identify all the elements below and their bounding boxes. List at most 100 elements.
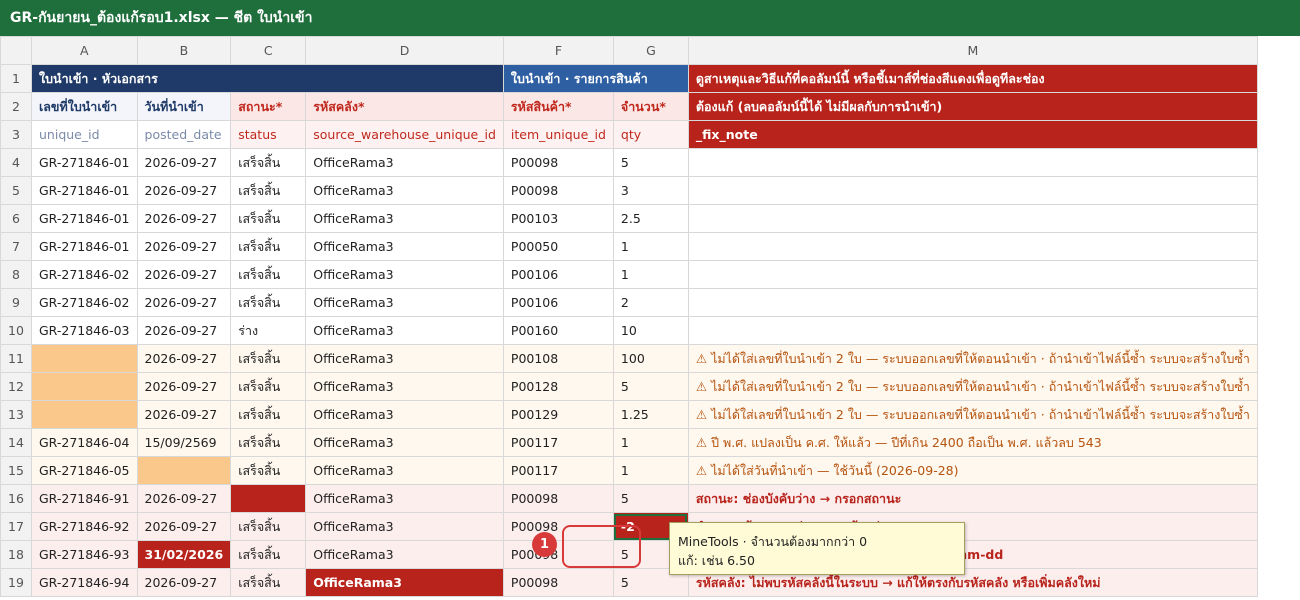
cell-fix-note[interactable] [687,316,1258,345]
cell-qty[interactable]: 2.5 [612,204,689,233]
field-key-cell[interactable]: status [230,120,307,149]
cell-status[interactable]: ร่าง [230,316,307,345]
cell-fix-note[interactable] [687,204,1258,233]
cell-qty[interactable]: 2 [612,288,689,317]
label-cell-notes[interactable]: ต้องแก้ (ลบคอลัมน์นี้ได้ ไม่มีผลกับการนำ… [687,92,1258,121]
cell-status[interactable]: เสร็จสิ้น [230,400,307,429]
column-header-d[interactable]: D [305,36,504,65]
cell-item-id[interactable]: P00106 [502,260,614,289]
field-key-cell[interactable]: qty [612,120,689,149]
label-cell-required[interactable]: สถานะ* [230,92,307,121]
column-header-f[interactable]: F [502,36,614,65]
section-header-notes[interactable]: ดูสาเหตุและวิธีแก้ที่คอลัมน์นี้ หรือชี้เ… [687,64,1258,93]
row-number[interactable]: 3 [0,120,32,149]
cell-warehouse[interactable]: OfficeRama3 [305,428,504,457]
label-cell-required[interactable]: จำนวน* [612,92,689,121]
cell-status[interactable]: เสร็จสิ้น [230,512,307,541]
cell-fix-note-error[interactable]: สถานะ: ช่องบังคับว่าง → กรอกสถานะ [687,484,1258,513]
cell-status[interactable]: เสร็จสิ้น [230,344,307,373]
cell-warehouse-error[interactable]: OfficeRama3 [305,568,504,597]
field-key-cell[interactable]: unique_id [31,120,138,149]
cell-posted-date[interactable]: 2026-09-27 [136,260,232,289]
label-cell[interactable]: เลขที่ใบนำเข้า [31,92,138,121]
cell-item-id[interactable]: P00050 [502,232,614,261]
cell-posted-date[interactable]: 2026-09-27 [136,232,232,261]
row-number[interactable]: 4 [0,148,32,177]
cell-qty[interactable]: 5 [612,372,689,401]
cell-unique-id[interactable]: GR-271846-92 [31,512,138,541]
cell-status[interactable]: เสร็จสิ้น [230,288,307,317]
row-number[interactable]: 5 [0,176,32,205]
cell-unique-id[interactable]: GR-271846-03 [31,316,138,345]
cell-status[interactable]: เสร็จสิ้น [230,176,307,205]
cell-item-id[interactable]: P00103 [502,204,614,233]
cell-item-id[interactable]: P00128 [502,372,614,401]
row-number[interactable]: 11 [0,344,32,373]
field-key-cell[interactable]: source_warehouse_unique_id [305,120,504,149]
cell-unique-id[interactable]: GR-271846-02 [31,288,138,317]
cell-unique-id[interactable]: GR-271846-91 [31,484,138,513]
cell-posted-date-missing[interactable] [136,456,232,485]
cell-item-id[interactable]: P00098 [502,484,614,513]
cell-unique-id[interactable]: GR-271846-01 [31,176,138,205]
row-number[interactable]: 12 [0,372,32,401]
cell-qty[interactable]: 100 [612,344,689,373]
row-number[interactable]: 1 [0,64,32,93]
cell-status[interactable]: เสร็จสิ้น [230,372,307,401]
cell-fix-note[interactable] [687,260,1258,289]
cell-fix-note-warning[interactable]: ⚠ ปี พ.ศ. แปลงเป็น ค.ศ. ให้แล้ว — ปีที่เ… [687,428,1258,457]
row-number[interactable]: 10 [0,316,32,345]
label-cell[interactable]: วันที่นำเข้า [136,92,232,121]
cell-unique-id[interactable]: GR-271846-01 [31,204,138,233]
section-header-doc[interactable]: ใบนำเข้า · หัวเอกสาร [31,64,504,93]
cell-warehouse[interactable]: OfficeRama3 [305,232,504,261]
column-header-b[interactable]: B [136,36,232,65]
cell-qty[interactable]: 1 [612,260,689,289]
cell-fix-note-warning[interactable]: ⚠ ไม่ได้ใส่เลขที่ใบนำเข้า 2 ใบ — ระบบออก… [687,400,1258,429]
field-key-cell[interactable]: item_unique_id [502,120,614,149]
cell-posted-date[interactable]: 2026-09-27 [136,372,232,401]
cell-qty[interactable]: 1.25 [612,400,689,429]
cell-fix-note[interactable] [687,232,1258,261]
cell-posted-date[interactable]: 2026-09-27 [136,316,232,345]
cell-warehouse[interactable]: OfficeRama3 [305,204,504,233]
row-number[interactable]: 17 [0,512,32,541]
row-number[interactable]: 18 [0,540,32,569]
cell-qty[interactable]: 1 [612,428,689,457]
row-number[interactable]: 19 [0,568,32,597]
cell-item-id[interactable]: P00129 [502,400,614,429]
field-key-cell[interactable]: _fix_note [687,120,1258,149]
cell-status[interactable]: เสร็จสิ้น [230,148,307,177]
column-header-g[interactable]: G [612,36,689,65]
cell-posted-date[interactable]: 2026-09-27 [136,176,232,205]
cell-item-id[interactable]: P00098 [502,176,614,205]
cell-item-id[interactable]: P00117 [502,456,614,485]
cell-unique-id[interactable]: GR-271846-05 [31,456,138,485]
cell-fix-note[interactable] [687,288,1258,317]
cell-unique-id[interactable]: GR-271846-01 [31,232,138,261]
cell-fix-note-warning[interactable]: ⚠ ไม่ได้ใส่เลขที่ใบนำเข้า 2 ใบ — ระบบออก… [687,344,1258,373]
cell-qty[interactable]: 5 [612,148,689,177]
cell-unique-id[interactable]: GR-271846-94 [31,568,138,597]
column-header-m[interactable]: M [687,36,1258,65]
cell-warehouse[interactable]: OfficeRama3 [305,512,504,541]
section-header-items[interactable]: ใบนำเข้า · รายการสินค้า [502,64,689,93]
cell-posted-date[interactable]: 2026-09-27 [136,568,232,597]
cell-posted-date-error[interactable]: 31/02/2026 [136,540,232,569]
cell-posted-date[interactable]: 2026-09-27 [136,400,232,429]
cell-qty[interactable]: 5 [612,484,689,513]
cell-qty[interactable]: 10 [612,316,689,345]
cell-posted-date[interactable]: 2026-09-27 [136,148,232,177]
cell-unique-id-missing[interactable] [31,400,138,429]
cell-posted-date[interactable]: 2026-09-27 [136,204,232,233]
cell-fix-note-warning[interactable]: ⚠ ไม่ได้ใส่วันที่นำเข้า — ใช้วันนี้ (202… [687,456,1258,485]
cell-item-id[interactable]: P00117 [502,428,614,457]
row-number[interactable]: 7 [0,232,32,261]
label-cell-required[interactable]: รหัสสินค้า* [502,92,614,121]
cell-fix-note-warning[interactable]: ⚠ ไม่ได้ใส่เลขที่ใบนำเข้า 2 ใบ — ระบบออก… [687,372,1258,401]
cell-unique-id[interactable]: GR-271846-01 [31,148,138,177]
cell-unique-id-missing[interactable] [31,344,138,373]
cell-status[interactable]: เสร็จสิ้น [230,540,307,569]
label-cell-required[interactable]: รหัสคลัง* [305,92,504,121]
row-number[interactable]: 8 [0,260,32,289]
